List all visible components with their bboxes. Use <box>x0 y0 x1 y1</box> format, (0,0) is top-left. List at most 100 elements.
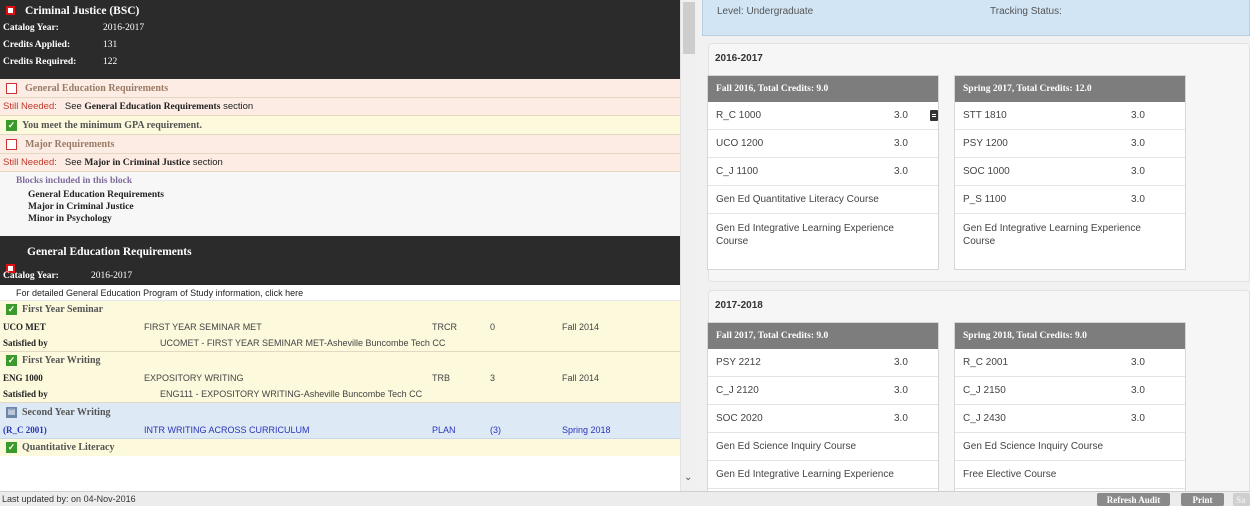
plan-course[interactable]: C_J 2150 3.0 <box>955 377 1185 405</box>
major-still-needed-row: Still Needed: See Major in Criminal Just… <box>0 154 680 172</box>
gen-ed-section-link[interactable]: General Education Requirements <box>84 102 220 112</box>
checkmark-icon: ✓ <box>6 119 17 131</box>
requirement-first-year-seminar[interactable]: ✓ First Year Seminar UCO MET FIRST YEAR … <box>0 301 680 352</box>
plan-course[interactable]: Free Elective Course <box>955 461 1185 489</box>
plan-course[interactable]: C_J 2430 3.0 <box>955 405 1185 433</box>
checkmark-icon: ✓ <box>6 355 17 366</box>
save-button[interactable]: Sa <box>1233 493 1250 506</box>
section-word: section <box>192 157 223 168</box>
course-name: Gen Ed Science Inquiry Course <box>963 441 1104 452</box>
gen-ed-info-text: For detailed General Education Program o… <box>16 287 304 298</box>
satisfied-label: Satisfied by <box>3 338 48 348</box>
plan-course[interactable]: P_S 1100 3.0 <box>955 186 1185 214</box>
plan-course[interactable]: R_C 1000 3.0 <box>708 102 938 130</box>
gen-ed-requirement-label: General Education Requirements <box>25 82 169 94</box>
course-name: C_J 2150 <box>963 385 1006 396</box>
see-word: See <box>64 157 82 168</box>
course-credits: 3.0 <box>894 110 908 121</box>
audit-scrollbar[interactable]: ⌄ <box>680 0 697 491</box>
requirement-second-year-writing[interactable]: ▤ Second Year Writing (R_C 2001) INTR WR… <box>0 403 680 439</box>
requirement-first-year-writing[interactable]: ✓ First Year Writing ENG 1000 EXPOSITORY… <box>0 352 680 403</box>
blocks-header: Blocks included in this block <box>16 176 133 186</box>
plan-course[interactable]: STT 1810 3.0 <box>955 102 1185 130</box>
scrollbar-thumb[interactable] <box>683 2 695 54</box>
plan-course[interactable]: Gen Ed Science Inquiry Course <box>955 433 1185 461</box>
credits-required-label: Credits Required: <box>3 56 77 67</box>
block-item[interactable]: Major in Criminal Justice <box>28 201 674 213</box>
student-info-box: Level: Undergraduate Tracking Status: <box>702 0 1250 36</box>
planned-course-row[interactable]: (R_C 2001) INTR WRITING ACROSS CURRICULU… <box>0 421 680 439</box>
requirement-name: First Year Writing <box>22 355 101 366</box>
plan-course[interactable]: Gen Ed Integrative Learning Experience C… <box>708 214 938 256</box>
see-word: See <box>64 101 82 112</box>
incomplete-icon <box>6 6 15 15</box>
course-name: P_S 1100 <box>963 194 1007 205</box>
course-name: R_C 1000 <box>716 110 762 121</box>
course-row[interactable]: ENG 1000 EXPOSITORY WRITING TRB 3 Fall 2… <box>0 369 680 386</box>
plan-course[interactable]: Gen Ed Science Inquiry Course <box>708 433 938 461</box>
plan-year-2016-2017: 2016-2017 Fall 2016, Total Credits: 9.0 … <box>707 43 1250 282</box>
course-credits: 3.0 <box>1131 385 1145 396</box>
course-code: (R_C 2001) <box>3 424 47 435</box>
plan-course[interactable]: Gen Ed Integrative Learning Experience C… <box>955 214 1185 256</box>
plan-course[interactable]: R_C 2001 3.0 <box>955 349 1185 377</box>
term-spring-2018: Spring 2018, Total Credits: 9.0 R_C 2001… <box>954 322 1186 491</box>
term-fall-2017: Fall 2017, Total Credits: 9.0 PSY 2212 3… <box>707 322 939 491</box>
plan-course[interactable]: UCO 1200 3.0 <box>708 130 938 158</box>
course-name: PSY 1200 <box>963 138 1008 149</box>
gen-ed-requirement-row[interactable]: General Education Requirements <box>0 79 680 98</box>
course-title: EXPOSITORY WRITING <box>144 372 244 383</box>
plan-course[interactable]: SOC 2020 3.0 <box>708 405 938 433</box>
course-name: Gen Ed Integrative Learning Experience C… <box>716 223 894 247</box>
course-credits: 3.0 <box>894 166 908 177</box>
course-name: Gen Ed Integrative Learning Experience C… <box>963 223 1141 247</box>
major-section-link[interactable]: Major in Criminal Justice <box>84 158 190 168</box>
plan-course[interactable]: Gen Ed Quantitative Literacy Course <box>708 186 938 214</box>
requirement-name: Quantitative Literacy <box>22 442 115 453</box>
course-name: STT 1810 <box>963 110 1007 121</box>
plan-course[interactable]: SOC 1000 3.0 <box>955 158 1185 186</box>
course-credits: 0 <box>490 321 496 332</box>
course-credits: 3.0 <box>1131 166 1145 177</box>
satisfied-text: ENG111 - EXPOSITORY WRITING-Asheville Bu… <box>160 389 423 399</box>
course-credits: 3.0 <box>1131 357 1145 368</box>
unchecked-icon <box>6 82 17 94</box>
course-credits: 3.0 <box>894 413 908 424</box>
course-credits: 3.0 <box>894 357 908 368</box>
course-name: UCO 1200 <box>716 138 764 149</box>
term-fall-2016: Fall 2016, Total Credits: 9.0 R_C 1000 3… <box>707 75 939 270</box>
requirement-quantitative-literacy[interactable]: ✓ Quantitative Literacy <box>0 439 680 456</box>
chevron-down-icon[interactable]: ⌄ <box>684 472 692 483</box>
course-name: Free Elective Course <box>963 469 1057 480</box>
course-grade: TRB <box>432 372 450 383</box>
note-icon[interactable] <box>930 110 938 121</box>
gen-ed-block-title: General Education Requirements <box>27 246 192 258</box>
print-button[interactable]: Print <box>1181 493 1224 506</box>
gen-ed-catalog-year-value: 2016-2017 <box>91 270 133 281</box>
course-grade: PLAN <box>432 424 456 435</box>
course-row[interactable]: UCO MET FIRST YEAR SEMINAR MET TRCR 0 Fa… <box>0 318 680 335</box>
term-header: Spring 2018, Total Credits: 9.0 <box>955 323 1185 349</box>
year-label: 2016-2017 <box>715 53 763 64</box>
major-requirement-row[interactable]: Major Requirements <box>0 135 680 154</box>
block-item[interactable]: General Education Requirements <box>28 189 674 201</box>
satisfied-text: UCOMET - FIRST YEAR SEMINAR MET-Ashevill… <box>160 338 446 348</box>
term-header: Spring 2017, Total Credits: 12.0 <box>955 76 1185 102</box>
block-item[interactable]: Minor in Psychology <box>28 213 674 225</box>
refresh-audit-button[interactable]: Refresh Audit <box>1097 493 1170 506</box>
gen-ed-info-link[interactable]: For detailed General Education Program o… <box>0 285 680 301</box>
still-needed-label: Still Needed: <box>3 157 57 168</box>
course-title: FIRST YEAR SEMINAR MET <box>144 321 262 332</box>
plan-course[interactable]: C_J 1100 3.0 <box>708 158 938 186</box>
course-credits: 3.0 <box>894 385 908 396</box>
course-grade: TRCR <box>432 321 457 332</box>
status-bar: Last updated by: on 04-Nov-2016 Refresh … <box>0 491 1250 506</box>
year-label: 2017-2018 <box>715 300 763 311</box>
credits-applied-value: 131 <box>103 39 118 50</box>
plan-course[interactable]: C_J 2120 3.0 <box>708 377 938 405</box>
satisfied-label: Satisfied by <box>3 389 48 399</box>
plan-course[interactable]: Gen Ed Integrative Learning Experience <box>708 461 938 489</box>
satisfied-by-row: Satisfied by ENG111 - EXPOSITORY WRITING… <box>0 386 680 403</box>
plan-course[interactable]: PSY 2212 3.0 <box>708 349 938 377</box>
plan-course[interactable]: PSY 1200 3.0 <box>955 130 1185 158</box>
